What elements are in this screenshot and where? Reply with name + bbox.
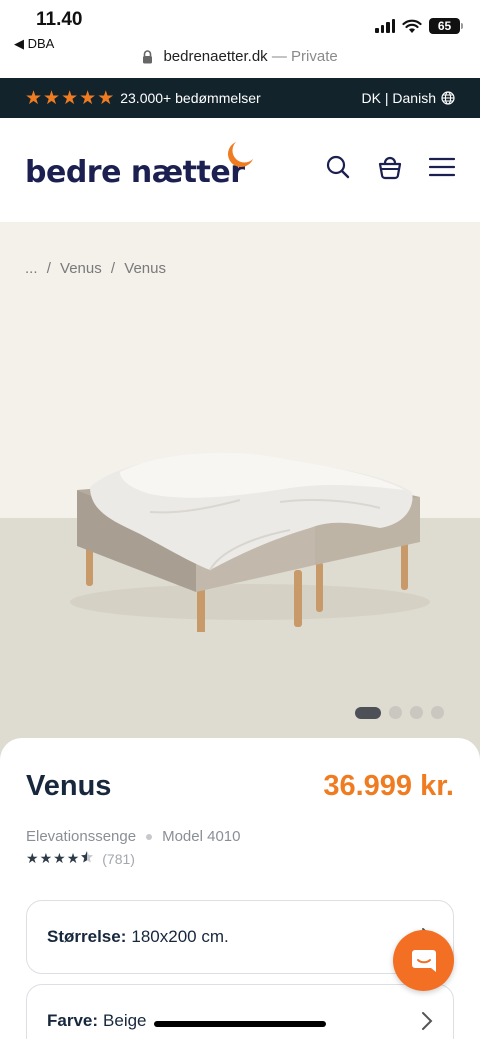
language-label: DK | Danish [361,90,436,106]
status-icons: 65 [375,18,463,34]
wifi-icon [402,19,422,33]
home-indicator[interactable] [154,1021,326,1027]
breadcrumb-separator: / [110,260,116,277]
carousel-dot[interactable] [431,706,444,719]
carousel-indicators [355,706,444,719]
breadcrumb-item[interactable]: Venus [60,260,102,277]
breadcrumb-separator: / [46,260,51,277]
search-icon [326,155,350,179]
moon-logo-icon [228,142,253,167]
private-mode-label: — Private [271,48,338,65]
menu-button[interactable] [429,154,455,180]
size-selector[interactable]: Størrelse: 180x200 cm. [26,900,454,974]
meta-separator-dot [146,833,153,840]
color-value: Beige [103,1011,147,1030]
star-icon: ★ [43,87,61,109]
url-bar[interactable]: bedrenaetter.dk — Private [0,48,480,74]
size-value: 180x200 cm. [131,927,229,946]
globe-icon [441,91,455,105]
chat-button[interactable] [393,930,454,991]
carousel-dot[interactable] [410,706,423,719]
star-icon: ★ [25,87,43,109]
url-domain: bedrenaetter.dk [163,48,268,65]
star-icon: ★ [53,850,66,866]
product-price: 36.999 kr. [323,770,454,802]
star-icon: ★ [66,850,80,866]
size-label: Størrelse: [47,927,127,946]
rating-text: 23.000+ bedømmelser [120,90,261,106]
star-icon: ★ [61,87,79,109]
color-label: Farve: [47,1011,99,1030]
product-meta: Elevationssenge Model 4010 [26,828,240,845]
site-logo[interactable]: bedre nætter [25,155,245,190]
site-header: bedre nætter [0,118,480,222]
product-name: Venus [26,770,112,802]
star-icon: ★ [39,850,53,866]
half-star-icon [81,851,94,863]
star-icon: ★ [97,87,115,109]
rating-banner: ★ ★ ★ ★ ★ 23.000+ bedømmelser DK | Danis… [0,78,480,118]
color-selector[interactable]: Farve: Beige [26,984,454,1039]
language-selector[interactable]: DK | Danish [362,90,455,106]
review-count: (781) [102,850,135,867]
bed-product-image [70,452,430,632]
carousel-dot-active[interactable] [355,706,381,719]
search-button[interactable] [325,154,351,180]
product-reviews[interactable]: ★ ★ ★ ★ (781) [26,850,135,867]
cellular-signal-icon [375,19,395,33]
review-stars: ★ ★ ★ ★ [26,850,94,867]
battery-level: 65 [437,19,452,33]
status-time: 11.40 [36,9,83,30]
battery-icon: 65 [429,18,463,34]
chat-icon [411,949,436,972]
breadcrumb-current: Venus [124,260,166,277]
basket-button[interactable] [377,154,403,180]
basket-icon [378,156,402,180]
star-icon: ★ [26,850,39,866]
breadcrumb-ellipsis[interactable]: ... [25,260,38,277]
product-image-carousel[interactable]: ... / Venus / Venus [0,222,480,762]
breadcrumb: ... / Venus / Venus [25,260,171,277]
status-bar: 11.40 ◀ DBA 65 [0,0,480,51]
product-model: Model 4010 [162,828,241,845]
chevron-right-icon [422,1012,433,1030]
product-category[interactable]: Elevationssenge [26,828,136,845]
rating-stars: ★ ★ ★ ★ ★ [25,89,114,108]
star-icon: ★ [79,87,97,109]
product-info-card: Venus 36.999 kr. Elevationssenge Model 4… [0,738,480,1039]
menu-icon [429,157,455,177]
carousel-dot[interactable] [389,706,402,719]
header-actions [325,154,455,180]
lock-icon [143,50,153,64]
